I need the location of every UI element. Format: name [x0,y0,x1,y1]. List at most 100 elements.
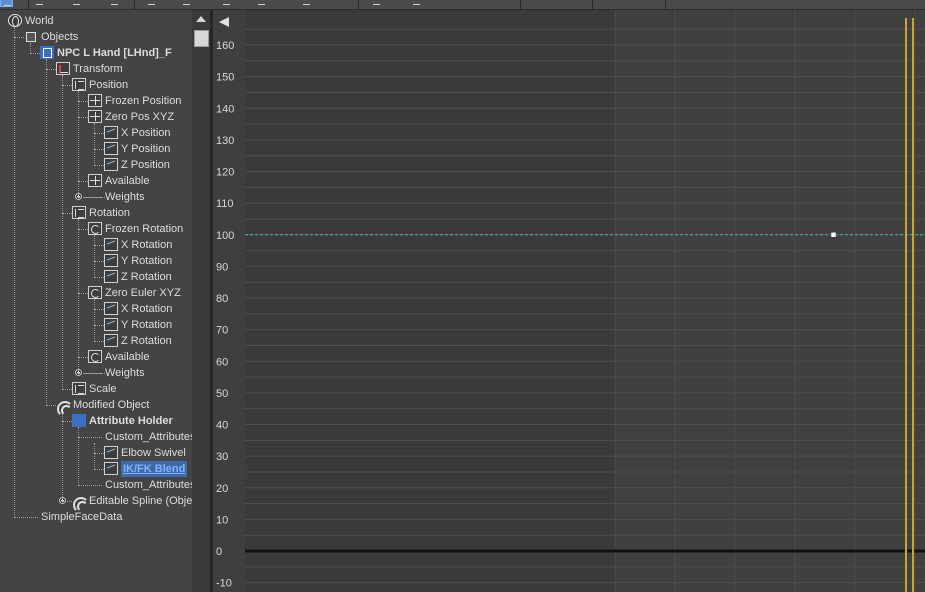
tree-connector-line [78,437,102,438]
tree-item[interactable]: NPC L Hand [LHnd]_F [0,45,192,61]
tree-item-label: Editable Spline (Object) [89,495,192,507]
tree-item[interactable]: Weights [0,365,192,381]
tree-item[interactable]: X Rotation [0,237,192,253]
position-controller-icon [88,174,102,187]
filter-icon[interactable] [33,0,46,7]
controller-tree[interactable]: World Objects NPC L Hand [LHnd]_F Transform… [0,10,192,592]
toolbar-separator [28,0,29,9]
tree-item[interactable]: Z Position [0,157,192,173]
y-tick-label: 10 [216,514,228,526]
tree-item-label: Scale [89,383,117,395]
tree-item[interactable]: Custom_Attributes [0,429,192,445]
list-controller-icon [72,206,86,219]
tree-item[interactable]: Frozen Rotation [0,221,192,237]
pin-icon[interactable] [70,0,83,7]
y-tick-label: -10 [216,578,232,590]
expand-plus-icon[interactable] [59,497,66,504]
tree-item-label: Weights [105,367,145,379]
select-icon[interactable] [0,0,13,7]
tree-item[interactable]: SimpleFaceData [0,509,192,525]
transform-icon [56,62,70,75]
tree-item-label: Y Rotation [121,255,173,267]
tree-item[interactable]: Scale [0,381,192,397]
tree-item[interactable]: Editable Spline (Object) [0,493,192,513]
tree-item[interactable]: Modified Object [0,397,192,417]
tree-item-label: Objects [41,31,79,43]
toolbar-separator [665,0,666,9]
y-tick-label: 30 [216,451,228,463]
tree-item[interactable]: Custom_Attributes [0,477,192,493]
tree-item[interactable]: X Rotation [0,301,192,317]
tree-item[interactable]: Transform [0,61,192,77]
move-keys-icon[interactable] [180,0,193,7]
tree-item[interactable]: Zero Euler XYZ [0,285,192,301]
tree-item[interactable]: Y Rotation [0,317,192,333]
key-icon[interactable] [370,0,383,7]
tree-item-label: X Rotation [121,303,173,315]
expand-plus-icon[interactable] [75,193,82,200]
rotation-controller-icon [88,286,102,299]
tree-item-label: Modified Object [73,399,150,411]
tree-connector-line [62,389,72,390]
toolbar-separator [358,0,359,9]
wheel-icon[interactable] [108,0,121,7]
tree-connector-line [46,69,56,70]
tree-scrollbar[interactable] [192,10,210,592]
scale-keys-icon[interactable] [255,0,268,7]
tree-item[interactable]: Available [0,173,192,189]
scroll-up-arrow-icon[interactable] [196,16,206,22]
tree-item-label: Y Position [121,143,171,155]
tree-connector-line [94,261,104,262]
y-tick-label: 100 [216,230,234,242]
float-track-icon [104,446,118,459]
tree-item[interactable]: Weights [0,189,192,205]
slide-keys-icon[interactable] [220,0,233,7]
pan-left-arrow-icon[interactable] [219,17,229,27]
curve-editor-graph[interactable]: 160 150 140 130 120 110 100 90 80 70 60 50 40 30 20 10 0… [213,10,925,592]
tree-item[interactable]: Available [0,349,192,365]
tree-connector-line [94,309,104,310]
float-track-icon [104,142,118,155]
tree-connector-line [14,517,38,518]
y-tick-label: 150 [216,72,234,84]
curve-key[interactable] [830,232,837,238]
tree-item[interactable]: X Position [0,125,192,141]
float-track-icon [104,318,118,331]
position-controller-icon [88,94,102,107]
tree-connector-line [78,357,88,358]
tree-connector-line [78,117,88,118]
tree-item-label: Available [105,351,150,363]
tree-item-label: Position [89,79,129,91]
tree-item[interactable]: Z Rotation [0,333,192,349]
arrow-icon[interactable] [410,0,423,7]
tree-item[interactable]: World [0,13,192,29]
y-tick-label: 60 [216,356,228,368]
y-tick-label: 160 [216,40,234,52]
tree-item[interactable]: Attribute Holder [0,413,192,429]
tree-item[interactable]: Y Rotation [0,253,192,269]
tree-item[interactable]: Rotation [0,205,192,221]
tree-item[interactable]: Elbow Swivel [0,445,192,461]
tangent-icon[interactable] [300,0,313,7]
attribute-holder-icon [72,414,86,427]
tree-item[interactable]: IK/FK Blend [0,461,192,477]
tree-item[interactable]: Objects [0,29,192,45]
tree-item[interactable]: Zero Pos XYZ [0,109,192,125]
expand-plus-icon[interactable] [75,369,82,376]
tree-item[interactable]: Z Rotation [0,269,192,285]
tree-item[interactable]: Y Position [0,141,192,157]
tree-item-label: IK/FK Blend [121,461,188,477]
tree-connector-line [78,181,88,182]
plot-area-range [245,10,615,592]
tree-connector-line [94,165,104,166]
tree-item-label: X Position [121,127,171,139]
curve-tool-icon[interactable] [145,0,158,7]
scroll-thumb[interactable] [194,30,209,47]
y-tick-label: 50 [216,388,228,400]
tree-connector-line [78,485,102,486]
tree-item[interactable]: Frozen Position [0,93,192,109]
tree-item[interactable]: Position [0,77,192,93]
tree-item-label: Z Position [121,159,170,171]
curve-graph-svg[interactable]: 1601501401301201101009080706050403020100… [213,10,925,592]
float-track-icon [104,238,118,251]
